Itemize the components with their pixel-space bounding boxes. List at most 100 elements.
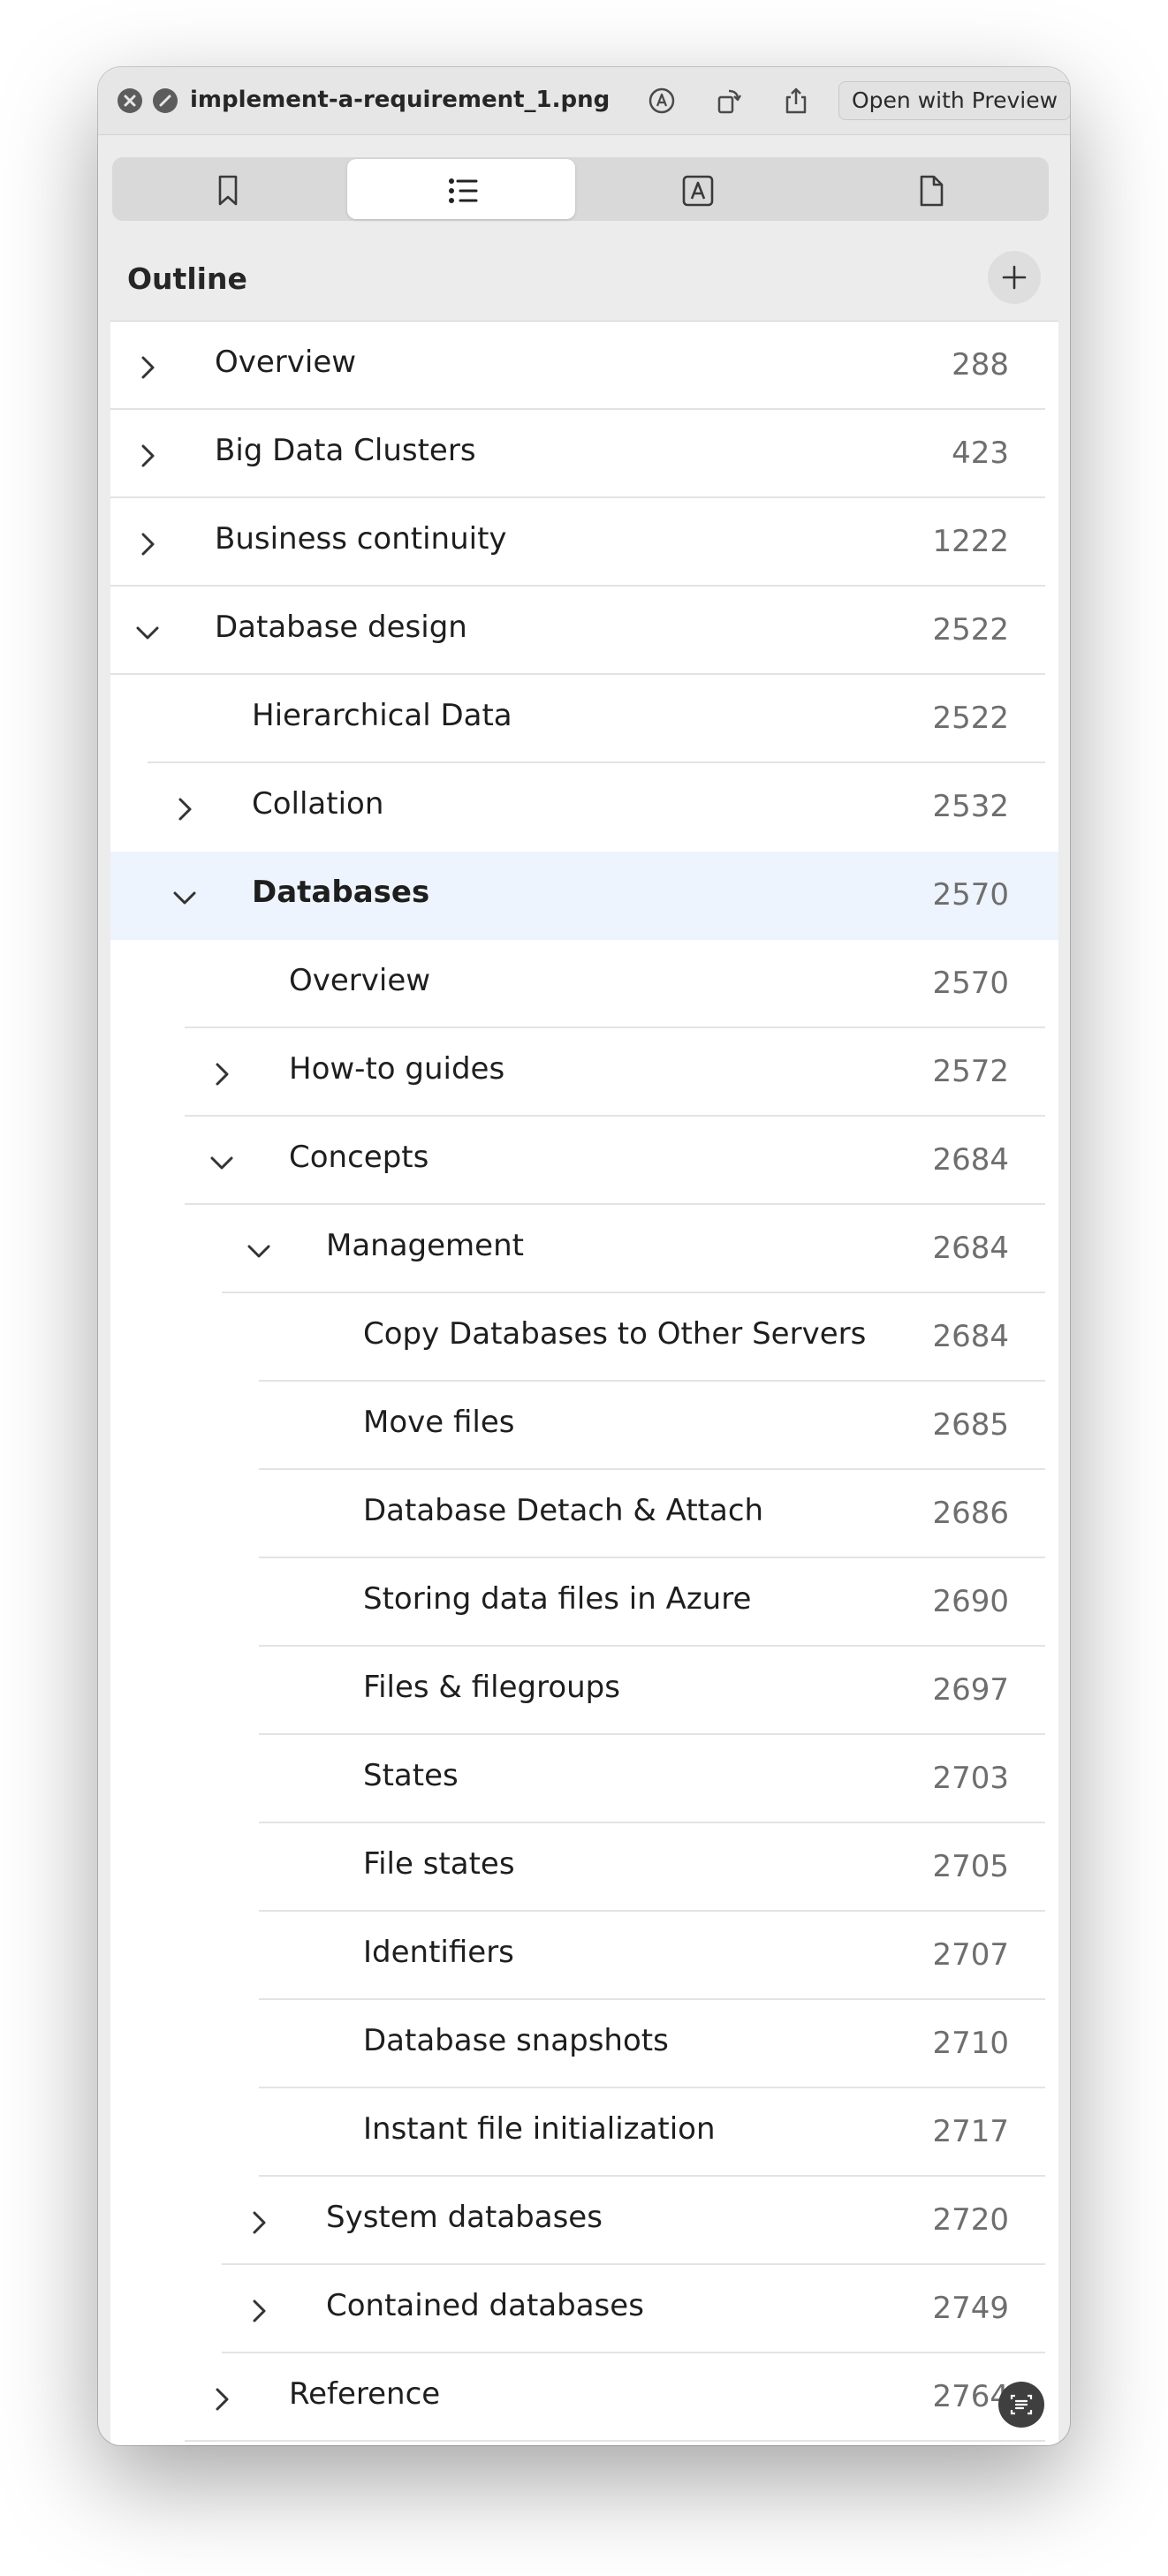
tab-thumbnails[interactable] — [817, 159, 1045, 219]
outline-item-label: Contained databases — [326, 2288, 644, 2323]
outline-item-page: 2522 — [932, 701, 1009, 736]
row-divider — [185, 2440, 1045, 2442]
outline-row[interactable]: Identifiers 2707 — [110, 1912, 1058, 2000]
outline-row[interactable]: Copy Databases to Other Servers 2684 — [110, 1293, 1058, 1382]
outline-item-page: 2685 — [932, 1407, 1009, 1443]
outline-item-page: 2572 — [932, 1054, 1009, 1089]
chevron-right-icon[interactable] — [246, 2299, 271, 2323]
outline-item-label: Reference — [289, 2376, 441, 2412]
outline-row[interactable]: Instant file initialization 2717 — [110, 2088, 1058, 2177]
chevron-right-icon[interactable] — [172, 797, 197, 822]
outline-row[interactable]: Reference 2764 — [110, 2353, 1058, 2442]
outline-item-label: Database Detach & Attach — [363, 1493, 764, 1528]
outline-item-page: 2703 — [932, 1761, 1009, 1796]
outline-item-page: 2570 — [932, 877, 1009, 913]
outline-row[interactable]: Overview 288 — [110, 322, 1058, 410]
outline-row[interactable]: System databases 2720 — [110, 2177, 1058, 2265]
outline-heading: Outline — [127, 261, 247, 296]
outline-row[interactable]: Management 2684 — [110, 1205, 1058, 1293]
outline-row[interactable]: Collation 2532 — [110, 763, 1058, 852]
chevron-down-icon[interactable] — [246, 1239, 271, 1263]
outline-item-page: 1222 — [932, 524, 1009, 559]
open-with-preview-button[interactable]: Open with Preview — [838, 81, 1070, 120]
outline-item-label: Business continuity — [215, 521, 507, 557]
outline-item-label: Databases — [252, 875, 430, 910]
preview-window: implement-a-requirement_1.png Open with … — [98, 67, 1070, 2445]
outline-row[interactable]: Database Detach & Attach 2686 — [110, 1470, 1058, 1558]
outline-tree: Overview 288 Big Data Clusters 423 Business … — [110, 321, 1058, 2445]
outline-item-label: Files & filegroups — [363, 1670, 620, 1705]
outline-item-page: 2686 — [932, 1496, 1009, 1531]
outline-item-label: Collation — [252, 786, 384, 822]
outline-row[interactable]: Move files 2685 — [110, 1382, 1058, 1470]
chevron-right-icon[interactable] — [135, 355, 160, 380]
outline-row[interactable]: Storing data files in Azure 2690 — [110, 1558, 1058, 1647]
outline-item-label: Database design — [215, 610, 467, 645]
outline-item-label: Concepts — [289, 1140, 429, 1175]
outline-row[interactable]: Big Data Clusters 423 — [110, 410, 1058, 498]
outline-item-label: Copy Databases to Other Servers — [363, 1316, 867, 1352]
outline-row[interactable]: Database design 2522 — [110, 587, 1058, 675]
outline-row[interactable]: Overview 2570 — [110, 940, 1058, 1028]
page-icon — [920, 175, 944, 207]
outline-row[interactable]: Databases 2570 — [110, 852, 1058, 940]
annotation-icon — [682, 175, 714, 207]
chevron-right-icon[interactable] — [135, 443, 160, 468]
bookmark-icon — [218, 175, 238, 206]
outline-item-page: 2705 — [932, 1849, 1009, 1884]
outline-row[interactable]: Contained databases 2749 — [110, 2265, 1058, 2353]
live-text-icon[interactable] — [998, 2382, 1044, 2428]
outline-item-label: How-to guides — [289, 1051, 505, 1087]
outline-row[interactable]: How-to guides 2572 — [110, 1028, 1058, 1117]
outline-item-page: 2684 — [932, 1142, 1009, 1178]
outline-item-page: 2684 — [932, 1319, 1009, 1354]
outline-item-page: 2690 — [932, 1584, 1009, 1619]
outline-item-label: Storing data files in Azure — [363, 1581, 752, 1617]
outline-item-label: Database snapshots — [363, 2023, 669, 2058]
outline-item-page: 2707 — [932, 1937, 1009, 1973]
outline-item-page: 2684 — [932, 1231, 1009, 1266]
tab-annotations[interactable] — [582, 159, 810, 219]
outline-row[interactable]: Database snapshots 2710 — [110, 2000, 1058, 2088]
outline-row[interactable]: Files & filegroups 2697 — [110, 1647, 1058, 1735]
outline-item-label: Identifiers — [363, 1935, 514, 1970]
outline-item-label: Hierarchical Data — [252, 698, 512, 733]
minimize-icon[interactable] — [153, 88, 178, 113]
chevron-right-icon[interactable] — [209, 2387, 234, 2412]
outline-item-page: 2532 — [932, 789, 1009, 824]
outline-row[interactable]: Concepts 2684 — [110, 1117, 1058, 1205]
outline-item-label: Move files — [363, 1405, 515, 1440]
chevron-down-icon[interactable] — [209, 1150, 234, 1175]
title-bar: implement-a-requirement_1.png Open with … — [98, 67, 1070, 135]
chevron-right-icon[interactable] — [246, 2210, 271, 2235]
outline-row[interactable]: File states 2705 — [110, 1823, 1058, 1912]
outline-item-label: Overview — [289, 963, 431, 998]
chevron-down-icon[interactable] — [135, 620, 160, 645]
outline-item-page: 2710 — [932, 2026, 1009, 2061]
tab-bookmarks[interactable] — [114, 159, 342, 219]
outline-item-label: States — [363, 1758, 459, 1793]
outline-row[interactable]: States 2703 — [110, 1735, 1058, 1823]
outline-item-label: File states — [363, 1846, 515, 1882]
chevron-right-icon[interactable] — [209, 1062, 234, 1087]
plus-icon — [1002, 265, 1027, 290]
outline-item-label: Overview — [215, 345, 357, 380]
chevron-right-icon[interactable] — [135, 532, 160, 557]
markup-icon[interactable] — [646, 85, 678, 117]
tab-outline[interactable] — [347, 159, 575, 219]
outline-item-label: System databases — [326, 2200, 603, 2235]
outline-item-page: 2717 — [932, 2114, 1009, 2149]
outline-item-label: Big Data Clusters — [215, 433, 476, 468]
rotate-icon[interactable] — [713, 85, 745, 117]
chevron-down-icon[interactable] — [172, 885, 197, 910]
outline-item-page: 2749 — [932, 2291, 1009, 2326]
add-outline-item-button[interactable] — [988, 251, 1041, 304]
list-icon — [449, 178, 478, 203]
share-icon[interactable] — [780, 85, 812, 117]
outline-item-page: 2720 — [932, 2202, 1009, 2238]
outline-row[interactable]: Business continuity 1222 — [110, 498, 1058, 587]
outline-item-page: 2697 — [932, 1672, 1009, 1708]
window-title: implement-a-requirement_1.png — [190, 87, 611, 113]
close-icon[interactable] — [118, 88, 142, 113]
outline-row[interactable]: Hierarchical Data 2522 — [110, 675, 1058, 763]
